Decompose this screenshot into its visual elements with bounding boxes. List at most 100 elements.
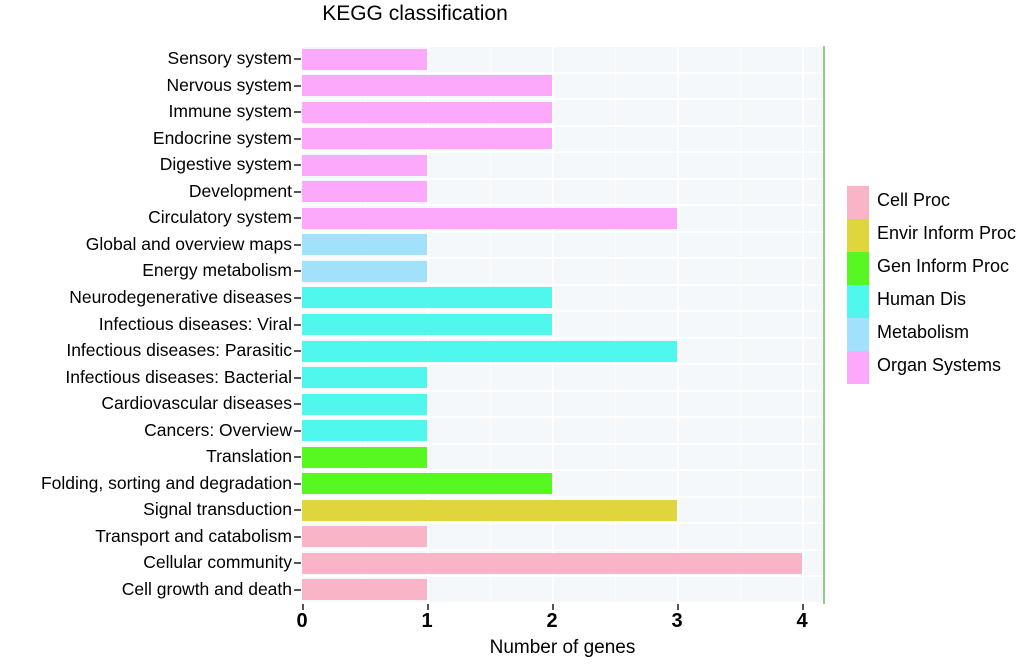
legend-item: Gen Inform Proc [847, 252, 1020, 285]
gridline-horizontal [302, 98, 823, 101]
legend-color-swatch [847, 285, 869, 318]
legend-item: Human Dis [847, 285, 1020, 318]
bar [302, 446, 427, 468]
y-axis-tick-label: Transport and catabolism [95, 525, 292, 546]
y-axis-tick-mark [294, 509, 301, 512]
y-axis-tick-label: Translation [206, 446, 292, 467]
y-axis-tick-mark [294, 111, 301, 114]
y-axis-tick-label: Development [188, 180, 292, 201]
y-axis-tick-mark [294, 562, 301, 565]
chart-legend: Cell Proc Envir Inform Proc Gen Inform Pro… [847, 186, 1020, 384]
y-axis-tick-mark [294, 429, 301, 432]
kegg-classification-chart: KEGG classification Sensory system Nervou… [0, 0, 1020, 666]
y-axis-tick-label: Cellular community [143, 552, 292, 573]
gridline-horizontal [302, 230, 823, 233]
gridline-horizontal [302, 177, 823, 180]
y-axis-tick-mark [294, 270, 301, 273]
y-axis-tick-mark [294, 190, 301, 193]
y-axis-tick-label: Immune system [168, 101, 293, 122]
y-axis-tick-mark [294, 456, 301, 459]
y-axis-tick-mark [294, 588, 301, 591]
y-axis-tick-mark [294, 403, 301, 406]
legend-item-label: Cell Proc [877, 190, 951, 210]
gridline-horizontal [302, 336, 823, 339]
y-axis-tick-label: Digestive system [159, 154, 292, 175]
legend-item-label: Human Dis [877, 289, 967, 309]
gridline-vertical-major [677, 46, 679, 603]
gridline-horizontal [302, 204, 823, 207]
y-axis-tick-label: Signal transduction [143, 499, 292, 520]
x-axis-tick-label: 2 [546, 610, 558, 632]
gridline-horizontal [302, 46, 823, 47]
legend-color-swatch [847, 351, 869, 384]
bar [302, 101, 552, 123]
legend-item-label: Metabolism [877, 322, 970, 342]
y-axis-tick-mark [294, 84, 301, 87]
y-axis-tick-mark [294, 137, 301, 140]
y-axis-tick-mark [294, 376, 301, 379]
gridline-horizontal [302, 548, 823, 551]
y-axis-tick-label: Cardiovascular diseases [101, 393, 292, 414]
gridline-horizontal [302, 310, 823, 313]
gridline-horizontal [302, 469, 823, 472]
bar [302, 393, 427, 415]
legend-item: Cell Proc [847, 186, 1020, 219]
y-axis-tick-label: Circulatory system [148, 207, 292, 228]
y-axis-tick-label: Infectious diseases: Bacterial [65, 366, 292, 387]
bar [302, 287, 552, 309]
bar [302, 367, 427, 389]
bar [302, 579, 427, 601]
gridline-horizontal [302, 416, 823, 419]
bar [302, 473, 552, 495]
y-axis-tick-mark [294, 323, 301, 326]
bar [302, 499, 677, 521]
y-axis-tick-mark [294, 482, 301, 485]
bar [302, 128, 552, 150]
y-axis-tick-label: Global and overview maps [85, 233, 292, 254]
legend-item: Metabolism [847, 318, 1020, 351]
gridline-vertical-major [802, 46, 804, 603]
bar [302, 207, 677, 229]
gridline-horizontal [302, 257, 823, 260]
bar [302, 526, 427, 548]
y-axis-tick-label: Infectious diseases: Parasitic [66, 340, 292, 361]
gridline-horizontal [302, 495, 823, 498]
y-axis-tick-label: Neurodegenerative diseases [69, 286, 292, 307]
y-axis-tick-label: Energy metabolism [142, 260, 292, 281]
gridline-horizontal [302, 363, 823, 366]
bar [302, 314, 552, 335]
panel-right-edge [823, 46, 825, 604]
gridline-horizontal [302, 283, 823, 286]
gridline-horizontal [302, 575, 823, 578]
legend-item: Organ Systems [847, 351, 1020, 384]
bar [302, 552, 802, 574]
legend-color-swatch [847, 318, 869, 351]
x-axis-tick-label: 0 [296, 610, 308, 632]
x-axis-title: Number of genes [489, 637, 636, 658]
gridline-vertical-minor [739, 46, 741, 603]
y-axis-tick-label: Sensory system [167, 48, 292, 69]
legend-item: Envir Inform Proc [847, 219, 1020, 252]
bar [302, 340, 677, 362]
x-axis-tick-label: 3 [671, 610, 683, 632]
bar [302, 234, 427, 256]
gridline-horizontal [302, 522, 823, 525]
bar [302, 260, 427, 282]
y-axis-labels: Sensory system Nervous system Immune syste… [0, 0, 292, 666]
bar [302, 154, 427, 176]
y-axis-tick-label: Cancers: Overview [144, 419, 292, 440]
y-axis-tick-label: Folding, sorting and degradation [40, 472, 292, 493]
legend-color-swatch [847, 252, 869, 285]
gridline-horizontal [302, 124, 823, 127]
y-axis-tick-label: Infectious diseases: Viral [98, 313, 292, 334]
bar [302, 75, 552, 97]
legend-item-label: Organ Systems [877, 355, 1002, 375]
legend-item-label: Envir Inform Proc [877, 223, 1017, 243]
x-axis-tick-label: 4 [796, 610, 808, 632]
y-axis-tick-mark [294, 217, 301, 220]
x-axis-tick-label: 1 [421, 610, 433, 632]
y-axis-tick-mark [294, 350, 301, 353]
y-axis-tick-label: Endocrine system [152, 127, 292, 148]
y-axis-tick-mark [294, 535, 301, 538]
gridline-horizontal [302, 151, 823, 154]
